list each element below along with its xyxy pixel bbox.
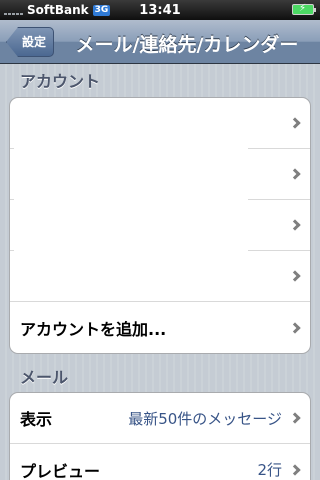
chevron-right-icon bbox=[289, 412, 301, 424]
accounts-group: アカウントを追加... bbox=[9, 97, 311, 354]
mail-preview-row[interactable]: プレビュー 2行 bbox=[10, 444, 310, 480]
chevron-right-icon bbox=[289, 117, 301, 129]
status-bar: SoftBank 3G 13:41 ⚡ bbox=[0, 0, 320, 20]
chevron-right-icon bbox=[289, 270, 301, 282]
add-account-row[interactable]: アカウントを追加... bbox=[10, 302, 310, 353]
chevron-right-icon bbox=[289, 219, 301, 231]
account-row[interactable] bbox=[10, 200, 310, 251]
add-account-label: アカウントを追加... bbox=[20, 319, 167, 339]
battery-charging-icon: ⚡ bbox=[292, 3, 316, 15]
settings-list[interactable]: アカウント アカウントを追加... メール 表示 最新50件のメッセージ プレビ… bbox=[0, 64, 320, 480]
chevron-right-icon bbox=[289, 168, 301, 180]
display-value: 最新50件のメッセージ bbox=[128, 409, 282, 428]
mail-group: 表示 最新50件のメッセージ プレビュー 2行 bbox=[9, 392, 311, 480]
navigation-bar: 設定 メール/連絡先/カレンダー bbox=[0, 20, 320, 64]
preview-label: プレビュー bbox=[20, 461, 101, 480]
back-button[interactable]: 設定 bbox=[6, 27, 54, 57]
status-time: 13:41 bbox=[139, 3, 181, 18]
chevron-right-icon bbox=[289, 321, 301, 334]
chevron-right-icon bbox=[289, 463, 301, 476]
mail-display-row[interactable]: 表示 最新50件のメッセージ bbox=[10, 393, 310, 444]
page-title: メール/連絡先/カレンダー bbox=[75, 34, 299, 56]
display-label: 表示 bbox=[20, 410, 53, 429]
account-row[interactable] bbox=[10, 149, 310, 200]
preview-value: 2行 bbox=[257, 461, 282, 479]
section-header-accounts: アカウント bbox=[20, 72, 101, 91]
section-header-mail: メール bbox=[20, 368, 69, 387]
account-row[interactable] bbox=[10, 98, 310, 149]
account-row[interactable] bbox=[10, 251, 310, 302]
